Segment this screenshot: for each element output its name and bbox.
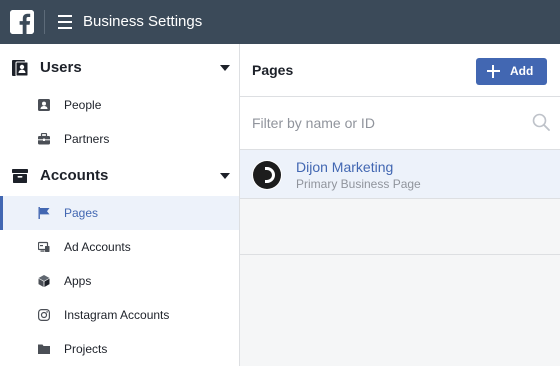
sidebar-item-label: People: [64, 98, 102, 112]
sidebar-item-projects[interactable]: Projects: [0, 332, 239, 366]
app-title: Business Settings: [83, 13, 203, 30]
sidebar: Users People Partners Accounts Pages Ad …: [0, 44, 240, 366]
ad-accounts-icon: [38, 241, 50, 252]
facebook-logo-icon[interactable]: [10, 10, 34, 34]
briefcase-icon: [38, 133, 50, 145]
sidebar-item-apps[interactable]: Apps: [0, 264, 239, 298]
sidebar-item-label: Apps: [64, 274, 92, 288]
page-title: Pages: [252, 62, 294, 78]
sidebar-item-label: Ad Accounts: [64, 240, 131, 254]
sidebar-item-label: Partners: [64, 132, 110, 146]
sidebar-item-pages[interactable]: Pages: [0, 196, 239, 230]
page-avatar: [252, 160, 282, 190]
cube-icon: [38, 275, 50, 287]
page-subtitle: Primary Business Page: [296, 177, 421, 191]
panel-header: Pages Add: [240, 44, 560, 97]
sidebar-item-label: Pages: [64, 206, 99, 220]
person-card-icon: [38, 99, 50, 111]
sidebar-section-users[interactable]: Users: [0, 44, 239, 92]
active-indicator: [0, 196, 3, 230]
folder-icon: [38, 344, 50, 354]
users-icon: [12, 60, 28, 76]
sidebar-item-label: Instagram Accounts: [64, 308, 170, 322]
sidebar-section-label: Accounts: [40, 167, 109, 184]
page-name[interactable]: Dijon Marketing: [296, 159, 393, 175]
flag-icon: [38, 207, 50, 219]
sidebar-item-instagram-accounts[interactable]: Instagram Accounts: [0, 298, 239, 332]
top-bar: Business Settings: [0, 0, 560, 44]
sidebar-item-label: Projects: [64, 342, 108, 356]
header-divider: [44, 10, 45, 34]
sidebar-section-label: Users: [40, 59, 82, 76]
add-button[interactable]: Add: [476, 58, 547, 85]
main-panel: Pages Add Dijon Marketing Primary Busine…: [240, 44, 560, 366]
instagram-icon: [38, 309, 50, 321]
hamburger-menu-icon[interactable]: [58, 15, 72, 29]
chevron-down-icon[interactable]: [220, 65, 230, 71]
plus-icon: [487, 65, 500, 78]
dijon-logo-icon: [253, 161, 281, 189]
list-item[interactable]: Dijon Marketing Primary Business Page: [240, 150, 560, 199]
chevron-down-icon[interactable]: [220, 173, 230, 179]
sidebar-section-accounts[interactable]: Accounts: [0, 152, 239, 200]
archive-box-icon: [12, 169, 28, 183]
sidebar-item-ad-accounts[interactable]: Ad Accounts: [0, 230, 239, 264]
empty-list-area: [240, 199, 560, 255]
sidebar-item-partners[interactable]: Partners: [0, 122, 239, 156]
filter-bar: [240, 97, 560, 150]
filter-input[interactable]: [252, 113, 522, 133]
add-button-label: Add: [510, 64, 534, 78]
search-icon[interactable]: [532, 113, 550, 131]
sidebar-item-people[interactable]: People: [0, 88, 239, 122]
